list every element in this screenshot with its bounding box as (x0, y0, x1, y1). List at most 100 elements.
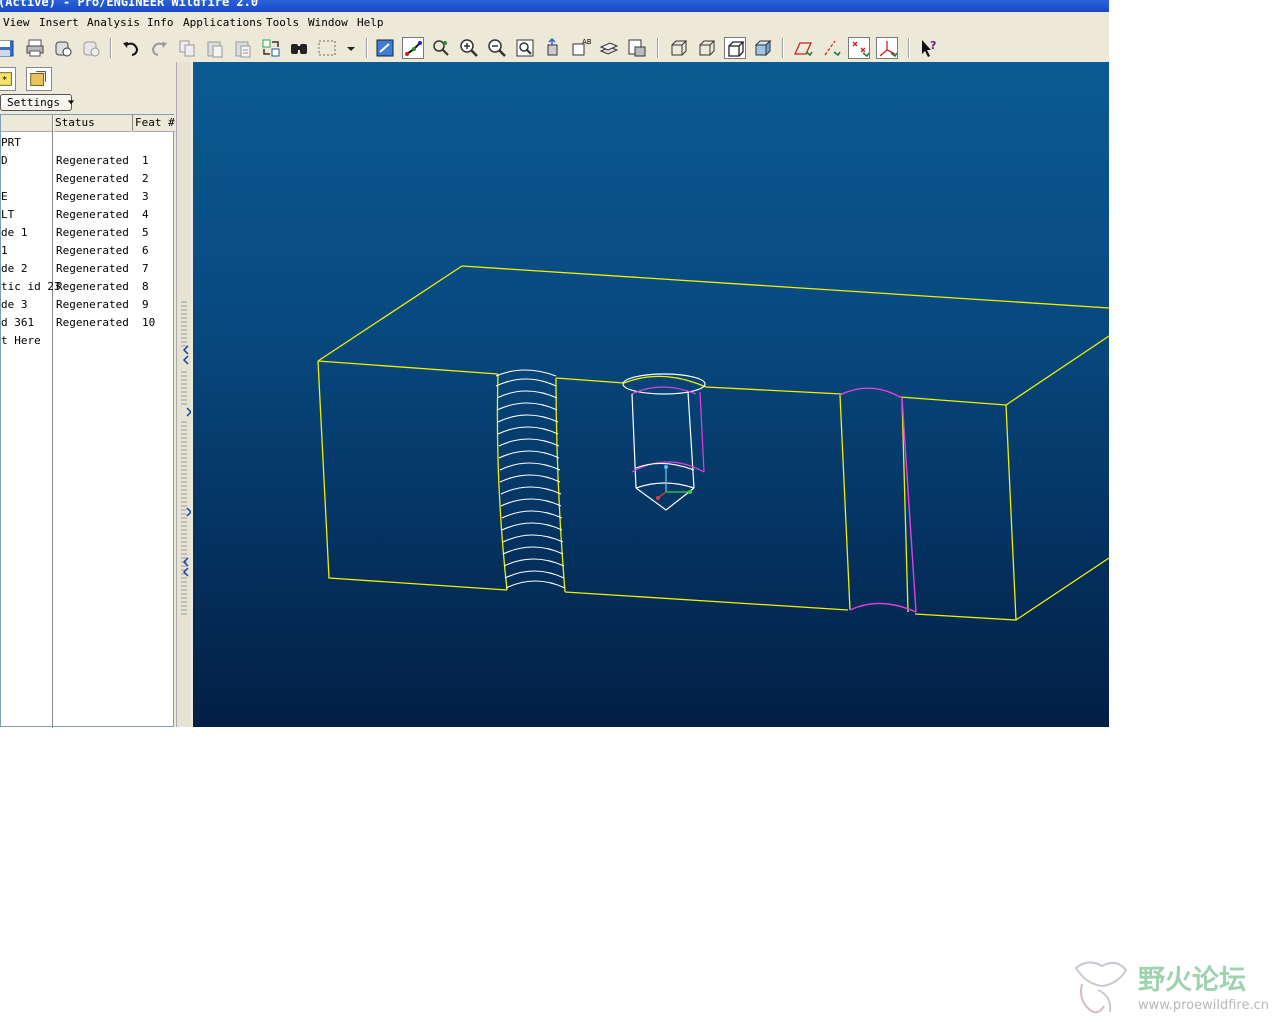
tree-row[interactable]: d 361 Regenerated 10 (1, 314, 175, 332)
datum-points-icon[interactable] (848, 37, 870, 59)
feature-name: de 3 (1, 298, 28, 311)
sash-grips (181, 301, 193, 615)
zoom-out-icon[interactable] (486, 37, 508, 59)
no-hidden-icon[interactable] (724, 37, 746, 59)
watermark-text: 野火论坛 (1138, 965, 1246, 996)
copy-icon[interactable] (176, 37, 198, 59)
select-box-icon[interactable] (316, 37, 338, 59)
save-icon[interactable] (0, 37, 16, 59)
menu-applications[interactable]: Applications (183, 16, 262, 29)
toolbar-separator (657, 38, 659, 58)
saved-views-icon[interactable]: AB (570, 37, 592, 59)
view-manager-icon[interactable] (626, 37, 648, 59)
feature-number: 3 (142, 190, 149, 203)
feature-status: Regenerated (56, 172, 129, 185)
forum-watermark: 野火论坛 www.proewildfire.cn (1068, 956, 1280, 1020)
feature-status: Regenerated (56, 190, 129, 203)
graphics-window[interactable] (193, 62, 1110, 727)
toolbar-separator (366, 38, 368, 58)
spin-center-icon[interactable] (402, 37, 424, 59)
svg-text:*: * (2, 76, 7, 86)
wireframe-icon[interactable] (668, 37, 690, 59)
menu-analysis[interactable]: Analysis (87, 16, 140, 29)
feature-status: Regenerated (56, 226, 129, 239)
menu-info[interactable]: Info (147, 16, 174, 29)
email-icon[interactable] (52, 37, 74, 59)
feature-name: t Here (1, 334, 41, 347)
tree-row[interactable]: 1 Regenerated 6 (1, 242, 175, 260)
repaint-icon[interactable] (374, 37, 396, 59)
thread-cosmetic (495, 369, 566, 589)
column-divider (132, 115, 133, 131)
watermark-url: www.proewildfire.cn (1138, 998, 1269, 1013)
feature-name: D (1, 154, 8, 167)
chevron-down-icon (67, 100, 74, 105)
paste-icon[interactable] (204, 37, 226, 59)
model-view[interactable] (193, 62, 1110, 727)
feature-number: 2 (142, 172, 149, 185)
menu-tools[interactable]: Tools (266, 16, 299, 29)
tree-row[interactable]: de 2 Regenerated 7 (1, 260, 175, 278)
feature-number: 4 (142, 208, 149, 221)
feature-status: Regenerated (56, 298, 129, 311)
feature-name: d 361 (1, 316, 35, 329)
feat-column-header[interactable]: Feat # (133, 115, 175, 132)
menu-insert[interactable]: Insert (39, 16, 79, 29)
panel-sash[interactable] (176, 62, 193, 727)
email-link-icon[interactable] (80, 37, 102, 59)
feature-number: 1 (142, 154, 149, 167)
coordinate-systems-icon[interactable] (876, 37, 898, 59)
regenerate-icon[interactable] (260, 37, 282, 59)
reorient-icon[interactable] (542, 37, 564, 59)
paste-special-icon[interactable] (232, 37, 254, 59)
hidden-line-icon[interactable] (696, 37, 718, 59)
shading-icon[interactable] (752, 37, 774, 59)
context-help-icon[interactable]: ? (918, 37, 940, 59)
menu-view[interactable]: View (3, 16, 30, 29)
feature-status: Regenerated (56, 280, 129, 293)
main-toolbar: AB ? (0, 34, 1109, 62)
redo-icon[interactable] (148, 37, 170, 59)
tree-row[interactable]: PRT (1, 134, 175, 152)
tree-row[interactable]: de 3 Regenerated 9 (1, 296, 175, 314)
feature-name: de 2 (1, 262, 28, 275)
tree-row[interactable]: E Regenerated 3 (1, 188, 175, 206)
menu-help[interactable]: Help (357, 16, 384, 29)
feature-name: LT (1, 208, 15, 221)
feature-status: Regenerated (56, 208, 129, 221)
tree-row[interactable]: tic id 23 Regenerated 8 (1, 278, 175, 296)
toolbar-separator (110, 38, 112, 58)
tree-row[interactable]: Regenerated 2 (1, 170, 175, 188)
folder-browser-tab[interactable] (26, 67, 52, 91)
settings-button[interactable]: Settings (0, 94, 74, 111)
menu-window[interactable]: Window (308, 16, 348, 29)
find-icon[interactable] (288, 37, 310, 59)
datum-axes-icon[interactable] (820, 37, 842, 59)
tree-row[interactable]: D Regenerated 1 (1, 152, 175, 170)
model-tree: Status Feat # PRT D Regenerated 1 Regenerate… (0, 114, 175, 728)
feature-number: 10 (142, 316, 156, 329)
zoom-in-icon[interactable] (458, 37, 480, 59)
feature-name: tic id 23 (1, 280, 61, 293)
datum-planes-icon[interactable] (792, 37, 814, 59)
feature-status: Regenerated (56, 244, 129, 257)
layers-icon[interactable] (598, 37, 620, 59)
feature-name: PRT (1, 136, 21, 149)
window-title: (Active) - Pro/ENGINEER Wildfire 2.0 (0, 0, 259, 9)
print-icon[interactable] (24, 37, 46, 59)
tree-row[interactable]: LT Regenerated 4 (1, 206, 175, 224)
feature-name: 1 (1, 244, 8, 257)
undo-icon[interactable] (120, 37, 142, 59)
feature-name: E (1, 190, 8, 203)
model-tree-tab[interactable]: * (0, 67, 16, 91)
dropdown-icon[interactable] (340, 37, 362, 59)
svg-text:AB: AB (582, 38, 592, 46)
feature-name: de 1 (1, 226, 28, 239)
status-column-header[interactable]: Status (54, 115, 132, 132)
refit-icon[interactable] (514, 37, 536, 59)
name-column-header[interactable] (1, 115, 53, 132)
orient-mode-icon[interactable] (430, 37, 452, 59)
watermark-logo (1074, 961, 1128, 1014)
tree-row[interactable]: t Here (1, 332, 175, 350)
tree-row[interactable]: de 1 Regenerated 5 (1, 224, 175, 242)
